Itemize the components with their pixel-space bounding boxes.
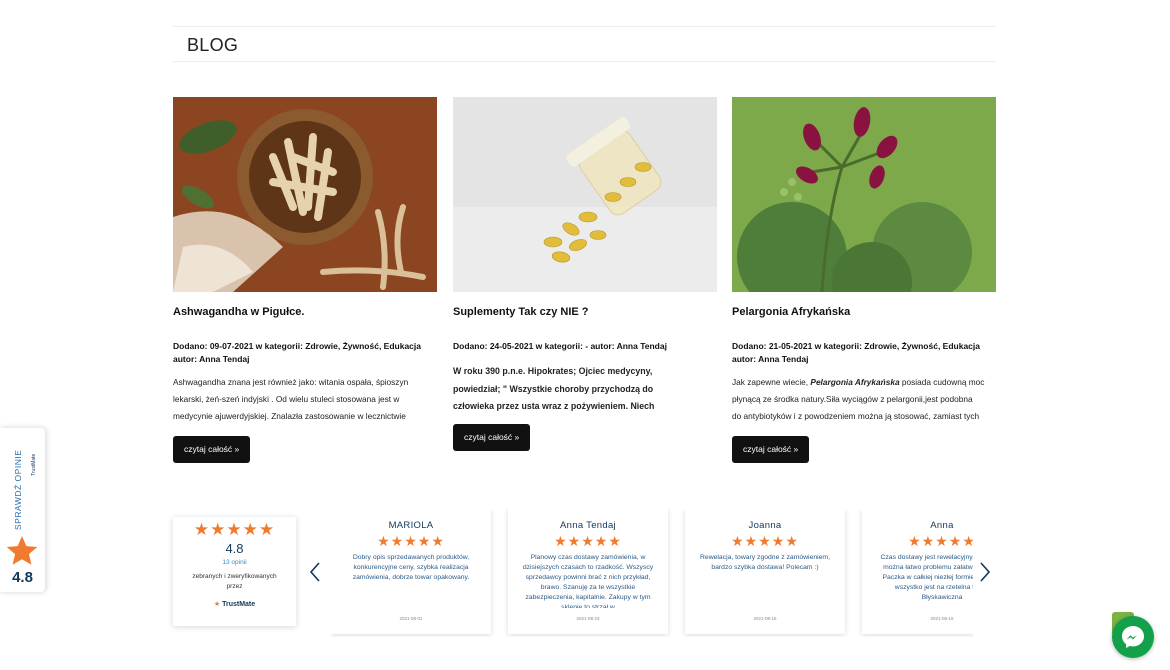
review-stars: ★★★★★ [908, 533, 973, 549]
review-date: 2021-08-01 [399, 616, 423, 621]
review-stars: ★★★★★ [554, 533, 622, 549]
verified-note: zebranych i zweryfikowanych przez [192, 573, 277, 590]
blog-post-ashwagandha: Ashwagandha w Pigułce. Dodano: 09-07-202… [173, 97, 437, 463]
review-card[interactable]: Anna Tendaj ★★★★★ Planowy czas dostawy z… [508, 509, 668, 634]
trustmate-brand: TrustMate [222, 601, 256, 608]
review-stars: ★★★★★ [377, 533, 445, 549]
reviewer-name: Joanna [748, 520, 782, 531]
messenger-icon [1122, 626, 1144, 648]
rating-value: 4.8 [225, 541, 244, 556]
star-icon [6, 536, 38, 565]
review-text: Rewelacja, towary zgodne z zamówieniem, … [700, 554, 830, 571]
read-more-button[interactable]: czytaj całość » [732, 436, 810, 463]
blog-heading: BLOG [187, 35, 239, 55]
post-meta: Dodano: 21-05-2021 w kategorii: Zdrowie,… [732, 340, 996, 366]
blog-post-pelargonia: Pelargonia Afrykańska Dodano: 21-05-2021… [732, 97, 996, 463]
side-tab-score: 4.8 [12, 569, 33, 586]
carousel-prev-icon[interactable] [308, 561, 322, 589]
post-meta: Dodano: 09-07-2021 w kategorii: Zdrowie,… [173, 340, 437, 366]
excerpt-text: posiada cudowną moc [899, 377, 985, 387]
post-excerpt-line: medycynie ajuwerdyjskiej. Znalazła zasto… [173, 411, 406, 421]
post-excerpt-line: Ashwagandha znana jest również jako: wit… [173, 377, 409, 387]
post-excerpt-line: płynącą ze środka natury.Siła wyciągów z… [732, 394, 973, 404]
post-excerpt-line: Jak zapewne wiecie, Pelargonia Afrykańsk… [732, 374, 994, 391]
review-text: Dobry opis sprzedawanych produktów, konk… [352, 554, 470, 581]
review-date: 2021-08-15 [753, 616, 777, 621]
review-card[interactable]: Joanna ★★★★★ Rewelacja, towary zgodne z … [685, 509, 845, 634]
trustmate-logo[interactable]: ★ TrustMate [173, 600, 296, 608]
blog-post-suplementy: Suplementy Tak czy NIE ? Dodano: 24-05-2… [453, 97, 717, 451]
side-tab-label: SPRAWDŹ OPINIE TrustMate [13, 450, 37, 530]
post-excerpt-line: powiedział; " Wszystkie choroby przychod… [453, 383, 654, 394]
reviewer-name: Anna Tendaj [560, 520, 616, 531]
post-title[interactable]: Suplementy Tak czy NIE ? [453, 306, 717, 318]
svg-text:TrustMate: TrustMate [31, 453, 37, 476]
post-title[interactable]: Pelargonia Afrykańska [732, 306, 996, 318]
post-excerpt-line: W roku 390 p.n.e. Hipokrates; Ojciec med… [453, 366, 653, 376]
messenger-chat-button[interactable] [1112, 616, 1154, 658]
post-image-ashwagandha[interactable] [173, 97, 437, 292]
review-text: Planowy czas dostawy zamówienia, w dzisi… [522, 554, 654, 608]
post-excerpt-line: do antybiotyków i z powodzeniem można ją… [732, 411, 980, 421]
post-excerpt: Jak zapewne wiecie, Pelargonia Afrykańsk… [732, 374, 994, 425]
post-meta-date-category: Dodano: 24-05-2021 w kategorii: - autor:… [453, 341, 667, 351]
post-meta-date-category: Dodano: 21-05-2021 w kategorii: Zdrowie,… [732, 341, 980, 351]
svg-text:SPRAWDŹ OPINIE: SPRAWDŹ OPINIE [13, 450, 23, 530]
reviewer-name: Anna [930, 520, 954, 531]
reviews-carousel[interactable]: MARIOLA ★★★★★ Dobry opis sprzedawanych p… [331, 509, 973, 637]
review-stars: ★★★★★ [731, 533, 799, 549]
review-date: 2021-08-23 [576, 616, 600, 621]
reviewer-name: MARIOLA [388, 520, 434, 531]
trustmate-star-icon: ★ [213, 601, 221, 608]
review-count[interactable]: 13 opinii [173, 559, 296, 566]
rating-stars: ★★★★★ [193, 520, 276, 539]
post-excerpt: W roku 390 p.n.e. Hipokrates; Ojciec med… [453, 363, 715, 416]
excerpt-text: Jak zapewne wiecie, [732, 377, 811, 387]
post-title[interactable]: Ashwagandha w Pigułce. [173, 306, 437, 318]
review-date: 2021-08-16 [930, 616, 954, 621]
post-meta: Dodano: 24-05-2021 w kategorii: - autor:… [453, 340, 717, 353]
post-meta-date-category: Dodano: 09-07-2021 w kategorii: Zdrowie,… [173, 341, 421, 351]
review-card[interactable]: MARIOLA ★★★★★ Dobry opis sprzedawanych p… [331, 509, 491, 634]
excerpt-emphasis: Pelargonia Afrykańska [810, 377, 900, 387]
read-more-button[interactable]: czytaj całość » [173, 436, 251, 463]
post-meta-author: autor: Anna Tendaj [173, 354, 250, 364]
rating-summary-card[interactable]: ★★★★★ 4.8 13 opinii zebranych i zweryfik… [173, 517, 296, 626]
review-card[interactable]: Anna ★★★★★ Czas dostawy jest rewelacyjny… [862, 509, 973, 634]
post-image-suplementy[interactable] [453, 97, 717, 292]
post-excerpt: Ashwagandha znana jest również jako: wit… [173, 374, 435, 425]
post-meta-author: autor: Anna Tendaj [732, 354, 809, 364]
trustmate-side-tab[interactable]: SPRAWDŹ OPINIE TrustMate 4.8 [0, 428, 45, 592]
read-more-button[interactable]: czytaj całość » [453, 424, 531, 451]
post-excerpt-line: lekarski, żeń-szeń indyjski . Od wielu s… [173, 394, 400, 404]
carousel-next-icon[interactable] [978, 561, 992, 589]
post-excerpt-line: człowieka przez usta wraz z pożywieniem.… [453, 401, 655, 411]
post-image-pelargonia[interactable] [732, 97, 996, 292]
blog-header: BLOG [173, 26, 996, 62]
review-text: Czas dostawy jest rewelacyjny, wszystko … [880, 554, 973, 601]
